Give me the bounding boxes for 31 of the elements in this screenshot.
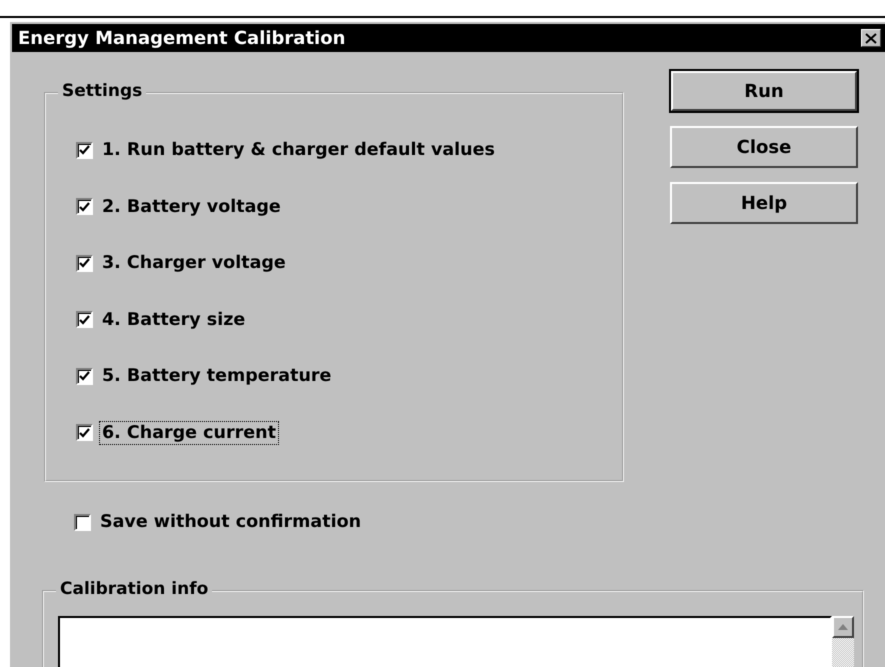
checkmark-icon: [79, 371, 90, 382]
up-arrow-icon: [838, 624, 848, 630]
checkbox[interactable]: [76, 198, 93, 216]
checkbox-label[interactable]: 4. Battery size: [99, 308, 248, 332]
checkbox-label[interactable]: 1. Run battery & charger default values: [99, 138, 498, 162]
checkbox-label[interactable]: 2. Battery voltage: [99, 194, 284, 219]
info-text-area[interactable]: [58, 616, 832, 667]
scroll-up-button[interactable]: [832, 616, 854, 638]
close-icon: [865, 32, 877, 44]
dialog-button[interactable]: Help: [670, 182, 858, 224]
window-title: Energy Management Calibration: [18, 28, 346, 48]
checkmark-icon: [79, 428, 90, 438]
checkbox-label[interactable]: 3. Charger voltage: [99, 251, 289, 276]
dialog-button[interactable]: Run: [671, 71, 857, 111]
checkmark-icon: [79, 314, 90, 325]
checkbox[interactable]: [76, 424, 93, 442]
checkbox[interactable]: [76, 368, 93, 385]
group-title: Settings: [58, 81, 146, 101]
checkmark-icon: [79, 258, 90, 268]
checkmark-icon: [79, 202, 90, 212]
close-button[interactable]: [861, 29, 881, 47]
scrollbar[interactable]: [832, 616, 854, 667]
checkbox-label[interactable]: 5. Battery temperature: [99, 364, 334, 388]
dialog-button[interactable]: Close: [670, 126, 858, 168]
checkbox-label[interactable]: Save without confirmation: [97, 510, 364, 534]
checkbox[interactable]: [74, 514, 91, 530]
checkbox[interactable]: [76, 142, 93, 159]
checkbox-label[interactable]: 6. Charge current: [99, 420, 279, 445]
checkbox[interactable]: [76, 254, 93, 272]
checkmark-icon: [79, 145, 90, 156]
checkbox[interactable]: [76, 311, 93, 328]
